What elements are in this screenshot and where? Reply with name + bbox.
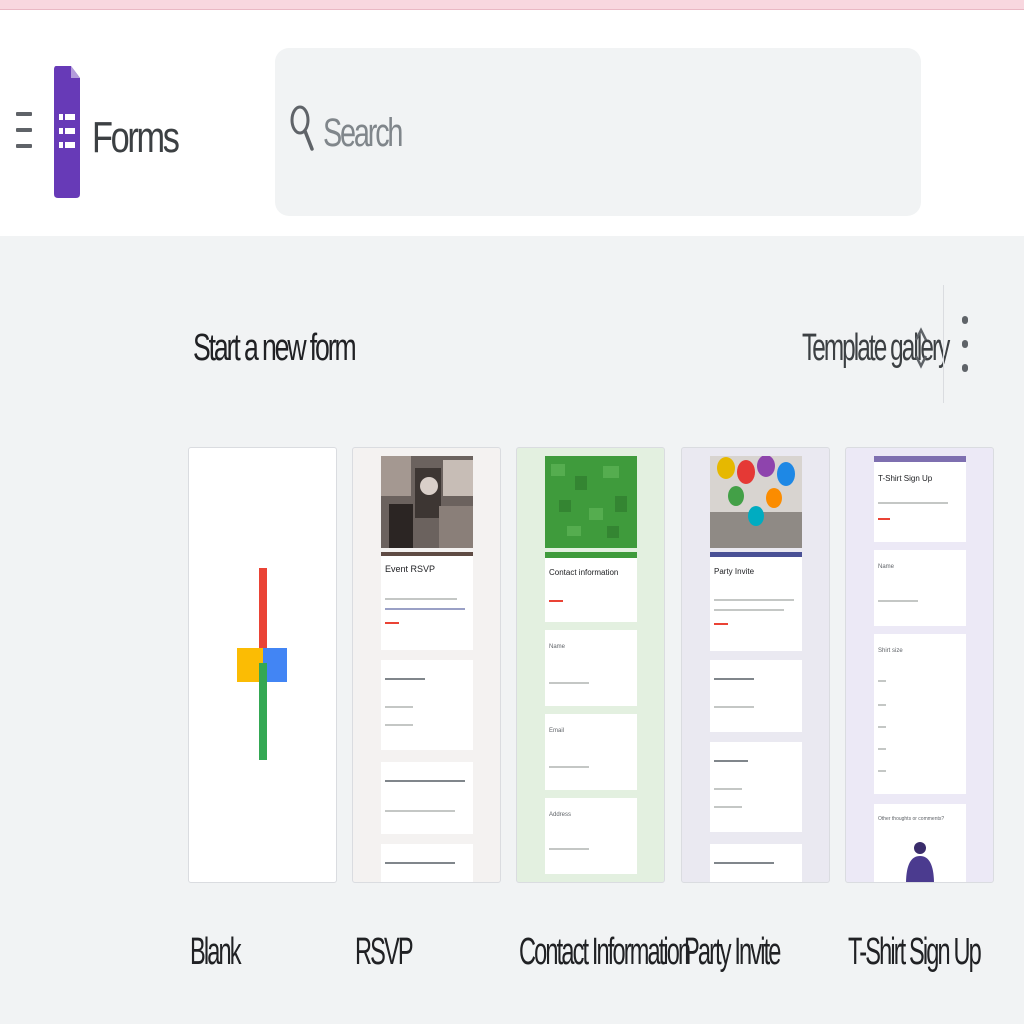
- app-title: Forms: [92, 113, 180, 162]
- tshirt-field-name: Name: [874, 550, 966, 626]
- forms-logo-icon[interactable]: [54, 66, 80, 198]
- template-card-contact-information[interactable]: Contact information Name Email Address: [516, 447, 665, 883]
- template-label-rsvp[interactable]: RSVP: [355, 926, 414, 978]
- start-new-form-heading: Start a new form: [193, 327, 357, 369]
- unfold-more-icon: [914, 320, 928, 376]
- party-question-1: [710, 660, 802, 732]
- contact-title-section: Contact information: [545, 558, 637, 622]
- contact-field-email: Email: [545, 714, 637, 790]
- tshirt-figure-icon: [906, 842, 934, 882]
- party-preview-heading: Party Invite: [714, 567, 755, 576]
- template-card-party-invite[interactable]: Party Invite: [681, 447, 830, 883]
- browser-top-strip: [0, 0, 1024, 10]
- search-input[interactable]: [323, 108, 727, 158]
- search-icon[interactable]: [289, 103, 315, 153]
- template-label-t-shirt-sign-up[interactable]: T-Shirt Sign Up: [848, 926, 982, 978]
- template-label-contact-information[interactable]: Contact Information: [519, 926, 691, 978]
- party-question-2: [710, 742, 802, 832]
- template-label-blank[interactable]: Blank: [190, 926, 242, 978]
- party-question-3: [710, 844, 802, 882]
- contact-preview-heading: Contact information: [549, 568, 619, 577]
- contact-field-name: Name: [545, 630, 637, 706]
- header-divider: [943, 285, 944, 403]
- rsvp-title-section: Event RSVP: [381, 556, 473, 650]
- plus-icon: [237, 568, 287, 760]
- app-header: Forms: [0, 10, 1024, 236]
- search-bar: [275, 48, 921, 216]
- rsvp-question-1: [381, 660, 473, 750]
- template-card-blank[interactable]: [188, 447, 337, 883]
- rsvp-question-3: [381, 844, 473, 882]
- contact-banner-thumbnail: [545, 456, 637, 548]
- template-gallery-button[interactable]: Template gallery: [802, 318, 950, 380]
- event-photo-thumbnail: [381, 456, 473, 548]
- party-title-section: Party Invite: [710, 557, 802, 651]
- tshirt-preview-heading: T-Shirt Sign Up: [878, 474, 933, 483]
- template-card-rsvp[interactable]: Event RSVP: [352, 447, 501, 883]
- rsvp-question-2: [381, 762, 473, 834]
- tshirt-image-section: Other thoughts or comments?: [874, 804, 966, 882]
- template-card-t-shirt-sign-up[interactable]: T-Shirt Sign Up Name Shirt size Other th…: [845, 447, 994, 883]
- tshirt-field-size: Shirt size: [874, 634, 966, 794]
- tshirt-title-section: T-Shirt Sign Up: [874, 462, 966, 542]
- rsvp-preview-heading: Event RSVP: [385, 564, 436, 574]
- main-menu-icon[interactable]: [12, 108, 36, 156]
- balloons-photo-thumbnail: [710, 456, 802, 548]
- contact-field-address: Address: [545, 798, 637, 874]
- more-options-icon[interactable]: [955, 312, 975, 376]
- template-label-party-invite[interactable]: Party Invite: [684, 926, 781, 978]
